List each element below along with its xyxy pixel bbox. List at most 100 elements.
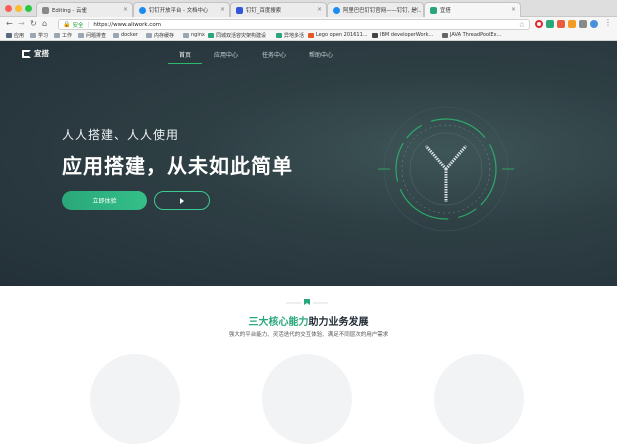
hero-decoration-graphic — [378, 106, 514, 232]
tab-label: 宜搭 — [440, 8, 451, 14]
green-extension-icon[interactable] — [546, 20, 554, 28]
address-bar: ← → ↻ ⌂ 🔒 安全 | https://www.aliwork.com ☆… — [0, 17, 617, 31]
tab-label: 阿里巴巴钉钉官网——钉钉, 是... — [343, 8, 422, 14]
nav-help-center[interactable]: 帮助中心 — [309, 50, 333, 59]
yida-logo-icon — [22, 49, 31, 58]
close-window-button[interactable] — [5, 5, 12, 12]
nav-active-indicator — [168, 63, 202, 64]
browser-tab[interactable]: 钉钉_百度搜索 × — [230, 2, 327, 17]
folder-icon — [54, 33, 60, 38]
gray-extension-icon[interactable] — [579, 20, 587, 28]
bookmark-label: docker — [121, 32, 138, 38]
separator: | — [87, 21, 90, 28]
bookmark-label: JAVA ThreadPoolEx... — [450, 32, 502, 38]
section-title: 三大核心能力助力业务发展 — [0, 313, 617, 328]
baidu-icon — [236, 6, 243, 14]
browser-tab[interactable]: Editing - 云雀 × — [36, 2, 133, 17]
orange-extension-icon[interactable] — [568, 20, 576, 28]
section-description: 强大的平台能力、灵活迭代的交互体验、满足不同层次的用户需求 — [228, 332, 389, 338]
feature-circle — [262, 354, 352, 444]
back-icon[interactable]: ← — [6, 19, 13, 29]
bookmark-star-icon[interactable]: ☆ — [519, 21, 525, 29]
forward-icon[interactable]: → — [18, 19, 25, 29]
bookmarks-bar: 应用 学习 工作 问题排查 docker 内存缓存 nginx 同城双活容灾架构… — [0, 31, 617, 41]
browser-tab[interactable]: 阿里巴巴钉钉官网——钉钉, 是... × — [327, 2, 424, 17]
lock-icon: 🔒 — [63, 21, 71, 28]
tab-close-icon[interactable]: × — [123, 6, 128, 13]
lego-icon — [308, 32, 314, 38]
nav-home[interactable]: 首页 — [179, 50, 191, 59]
nav-app-center[interactable]: 应用中心 — [214, 50, 238, 59]
link-icon — [208, 33, 214, 38]
dingtalk-icon — [139, 6, 146, 14]
bookmark-label: 应用 — [14, 33, 25, 39]
bookmark-label: 学习 — [38, 33, 49, 39]
play-video-button[interactable] — [154, 191, 210, 210]
bookmark-label: 工作 — [62, 33, 73, 39]
url-input[interactable]: 🔒 安全 | https://www.aliwork.com ☆ — [58, 19, 530, 30]
tab-label: Editing - 云雀 — [52, 8, 87, 14]
bookmark-folder[interactable]: 问题排查 — [78, 32, 106, 39]
bookmark-link[interactable]: 异地多活 — [276, 32, 304, 39]
java-icon — [442, 32, 448, 38]
dingtalk-icon — [333, 6, 340, 14]
bookmark-label: 内存缓存 — [154, 33, 175, 39]
bookmark-label: 同城双活容灾架构建设 — [216, 33, 267, 39]
reload-icon[interactable]: ↻ — [30, 19, 37, 29]
folder-icon — [113, 32, 119, 38]
tab-close-icon[interactable]: × — [317, 6, 322, 13]
bookmark-folder[interactable]: nginx — [183, 32, 205, 38]
hero-banner: 宜搭 首页 应用中心 任务中心 帮助中心 人人搭建、人人使用 应用搭建，从未如此… — [0, 41, 617, 286]
folder-icon — [78, 33, 84, 38]
bookmark-folder[interactable]: 学习 — [30, 32, 48, 39]
menu-icon[interactable]: ⋮ — [604, 18, 612, 28]
bookmark-label: IBM developerWork... — [380, 32, 434, 38]
site-logo[interactable]: 宜搭 — [22, 48, 49, 59]
bookmark-label: Lego open 201611... — [316, 32, 368, 38]
ibm-icon — [372, 32, 378, 38]
link-icon — [276, 33, 282, 38]
tab-close-icon[interactable]: × — [414, 6, 419, 13]
bookmark-link[interactable]: JAVA ThreadPoolEx... — [442, 32, 501, 38]
section-marker-icon — [286, 299, 328, 305]
tab-label: 钉钉开放平台 - 文档中心 — [149, 8, 209, 14]
logo-text: 宜搭 — [34, 49, 49, 58]
browser-tab-active[interactable]: 宜搭 × — [424, 2, 521, 17]
globe-extension-icon[interactable] — [590, 20, 598, 28]
tab-close-icon[interactable]: × — [220, 6, 225, 13]
apps-grid-icon — [6, 33, 12, 38]
bookmark-apps[interactable]: 应用 — [6, 32, 24, 39]
section-title-highlight: 三大核心能力 — [248, 317, 309, 328]
minimize-window-button[interactable] — [15, 5, 22, 12]
yida-icon — [430, 6, 437, 14]
section-title-rest: 助力业务发展 — [308, 317, 369, 328]
maximize-window-button[interactable] — [25, 5, 32, 12]
red-extension-icon[interactable] — [557, 20, 565, 28]
secure-label: 安全 — [72, 22, 84, 29]
tab-bar: Editing - 云雀 × 钉钉开放平台 - 文档中心 × 钉钉_百度搜索 ×… — [0, 0, 617, 17]
bookmark-folder[interactable]: 内存缓存 — [146, 32, 174, 39]
tab-label: 钉钉_百度搜索 — [246, 8, 282, 14]
pencil-icon — [42, 6, 49, 14]
home-icon[interactable]: ⌂ — [42, 19, 47, 29]
opera-icon[interactable] — [535, 20, 543, 28]
tab-close-icon[interactable]: × — [511, 6, 516, 13]
bookmark-label: nginx — [191, 32, 205, 38]
folder-icon — [146, 33, 152, 38]
folder-icon — [183, 32, 189, 38]
url-text: https://www.aliwork.com — [93, 21, 162, 28]
bookmark-label: 异地多活 — [284, 33, 305, 39]
features-section: 三大核心能力助力业务发展 强大的平台能力、灵活迭代的交互体验、满足不同层次的用户… — [0, 286, 617, 444]
feature-circle — [434, 354, 524, 444]
bookmark-link[interactable]: Lego open 201611... — [308, 32, 368, 38]
bookmark-label: 问题排查 — [86, 33, 107, 39]
feature-circle — [90, 354, 180, 444]
bookmark-link[interactable]: 同城双活容灾架构建设 — [208, 32, 266, 39]
play-icon — [180, 197, 184, 204]
browser-tab[interactable]: 钉钉开放平台 - 文档中心 × — [133, 2, 230, 17]
bookmark-folder[interactable]: 工作 — [54, 32, 72, 39]
nav-task-center[interactable]: 任务中心 — [262, 50, 286, 59]
bookmark-link[interactable]: IBM developerWork... — [372, 32, 433, 38]
bookmark-folder[interactable]: docker — [113, 32, 138, 38]
try-now-button[interactable]: 立即体验 — [62, 191, 147, 210]
